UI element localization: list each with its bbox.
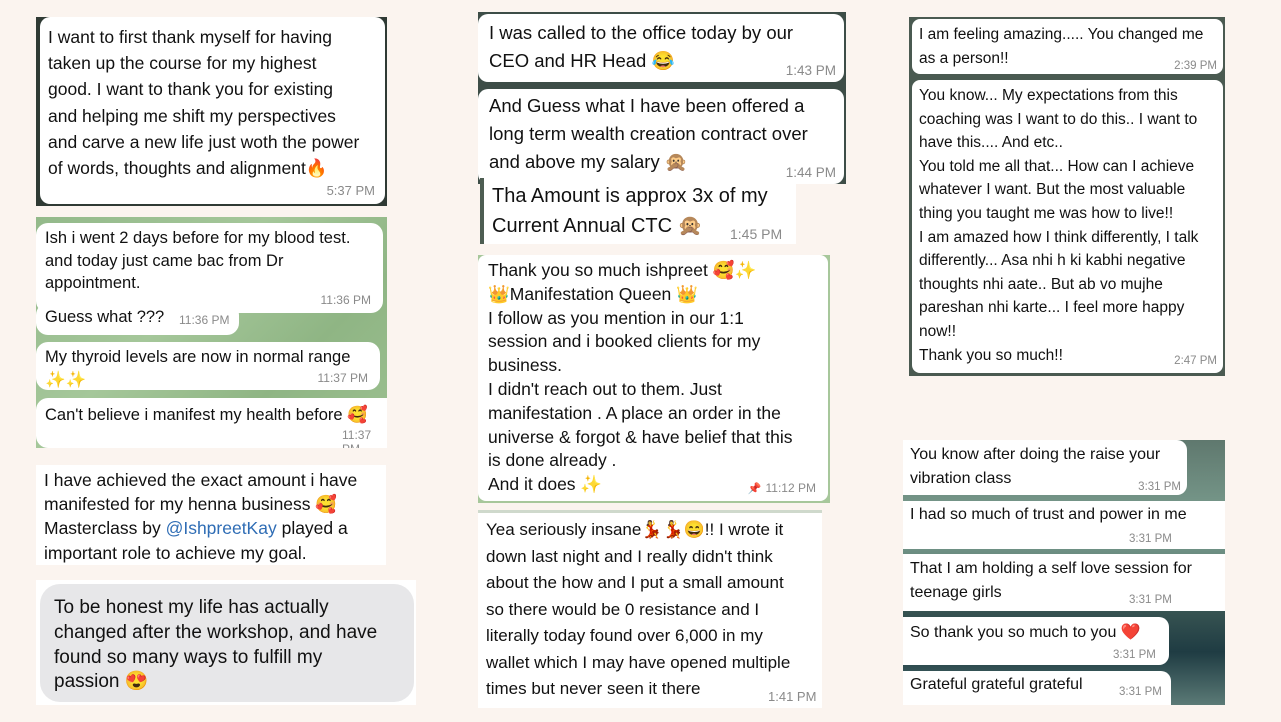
message-text: I want to first thank myself for having … (48, 27, 360, 179)
message-time: 1:45 PM (730, 226, 783, 242)
message-bubble: To be honest my life has actually change… (40, 584, 414, 702)
message-bubble: And Guess what I have been offered a lon… (478, 89, 844, 184)
message-bubble: I am feeling amazing..... You changed me… (912, 19, 1223, 74)
message-bubble: That I am holding a self love session fo… (903, 554, 1225, 611)
testimonial-card-4: To be honest my life has actually change… (36, 580, 416, 705)
testimonial-card-3: I have achieved the exact amount i have … (36, 465, 386, 565)
message-time: 1:41 PM (768, 689, 817, 704)
message-text: Thank you so much ishpreet 🥰✨ 👑Manifesta… (488, 260, 793, 495)
message-text: I am feeling amazing..... You changed me… (919, 26, 1204, 67)
message-time: 3:31 PM (1138, 481, 1181, 493)
message-bubble: You know... My expectations from this co… (912, 80, 1223, 373)
message-time: 11:36 PM (179, 313, 230, 327)
testimonial-card-9: I am feeling amazing..... You changed me… (909, 17, 1225, 376)
testimonial-card-6: Tha Amount is approx 3x of my Current An… (480, 178, 796, 244)
message-text: Tha Amount is approx 3x of my Current An… (492, 185, 768, 237)
message-text: I have achieved the exact amount i have … (44, 470, 358, 563)
message-bubble: I had so much of trust and power in me 3… (903, 501, 1225, 549)
message-text: Can't believe i manifest my health befor… (45, 406, 368, 424)
message-time: 1:43 PM (785, 63, 836, 78)
message-time: 2:47 PM (1174, 355, 1217, 367)
message-text: I had so much of trust and power in me (910, 506, 1187, 523)
message-bubble: Can't believe i manifest my health befor… (36, 398, 387, 448)
message-time: 11:37 PM (342, 428, 372, 448)
message-bubble: So thank you so much to you ❤️ 3:31 PM (903, 617, 1169, 665)
message-text: I was called to the office today by our … (489, 22, 794, 71)
message-time: 2:39 PM (1174, 60, 1217, 72)
message-text: Grateful grateful grateful (910, 676, 1083, 693)
message-bubble: Grateful grateful grateful 3:31 PM (903, 671, 1171, 705)
message-text: And Guess what I have been offered a lon… (489, 95, 808, 172)
message-time: 3:31 PM (1129, 594, 1172, 606)
message-time: 5:37 PM (326, 183, 375, 198)
testimonial-card-5: I was called to the office today by our … (478, 12, 846, 184)
mention-link[interactable]: @IshpreetKay (166, 518, 277, 538)
message-text: You know after doing the raise your vibr… (910, 446, 1161, 487)
message-time: 3:31 PM (1113, 649, 1156, 661)
message-time: 3:31 PM (1119, 686, 1162, 698)
message-bubble: Thank you so much ishpreet 🥰✨ 👑Manifesta… (478, 255, 828, 501)
testimonial-card-8: Yea seriously insane💃💃😄!! I wrote it dow… (478, 510, 822, 708)
testimonial-card-2: Ish i went 2 days before for my blood te… (36, 217, 387, 448)
message-bubble: You know after doing the raise your vibr… (903, 440, 1187, 495)
message-bubble: Ish i went 2 days before for my blood te… (36, 223, 383, 313)
message-time: 11:36 PM (320, 293, 371, 307)
message-text: Yea seriously insane💃💃😄!! I wrote it dow… (486, 520, 791, 698)
message-time: 3:31 PM (1129, 533, 1172, 545)
message-time: 📌 11:12 PM (747, 481, 816, 495)
testimonial-card-1: I want to first thank myself for having … (36, 17, 387, 206)
message-text: Ish i went 2 days before for my blood te… (45, 229, 351, 292)
message-text: Guess what ??? (45, 308, 165, 326)
message-text: My thyroid levels are now in normal rang… (45, 348, 351, 389)
message-bubble: I was called to the office today by our … (478, 14, 844, 82)
testimonial-card-10: You know after doing the raise your vibr… (903, 440, 1225, 705)
message-bubble: My thyroid levels are now in normal rang… (36, 342, 380, 390)
message-text: So thank you so much to you ❤️ (910, 624, 1141, 641)
message-time: 11:37 PM (317, 371, 368, 385)
message-bubble: I want to first thank myself for having … (40, 17, 385, 204)
message-text: To be honest my life has actually change… (54, 597, 378, 693)
message-text: You know... My expectations from this co… (919, 87, 1199, 364)
pin-icon: 📌 (747, 483, 762, 495)
testimonial-card-7: Thank you so much ishpreet 🥰✨ 👑Manifesta… (478, 255, 830, 503)
message-bubble: Guess what ??? 11:36 PM (36, 303, 239, 335)
